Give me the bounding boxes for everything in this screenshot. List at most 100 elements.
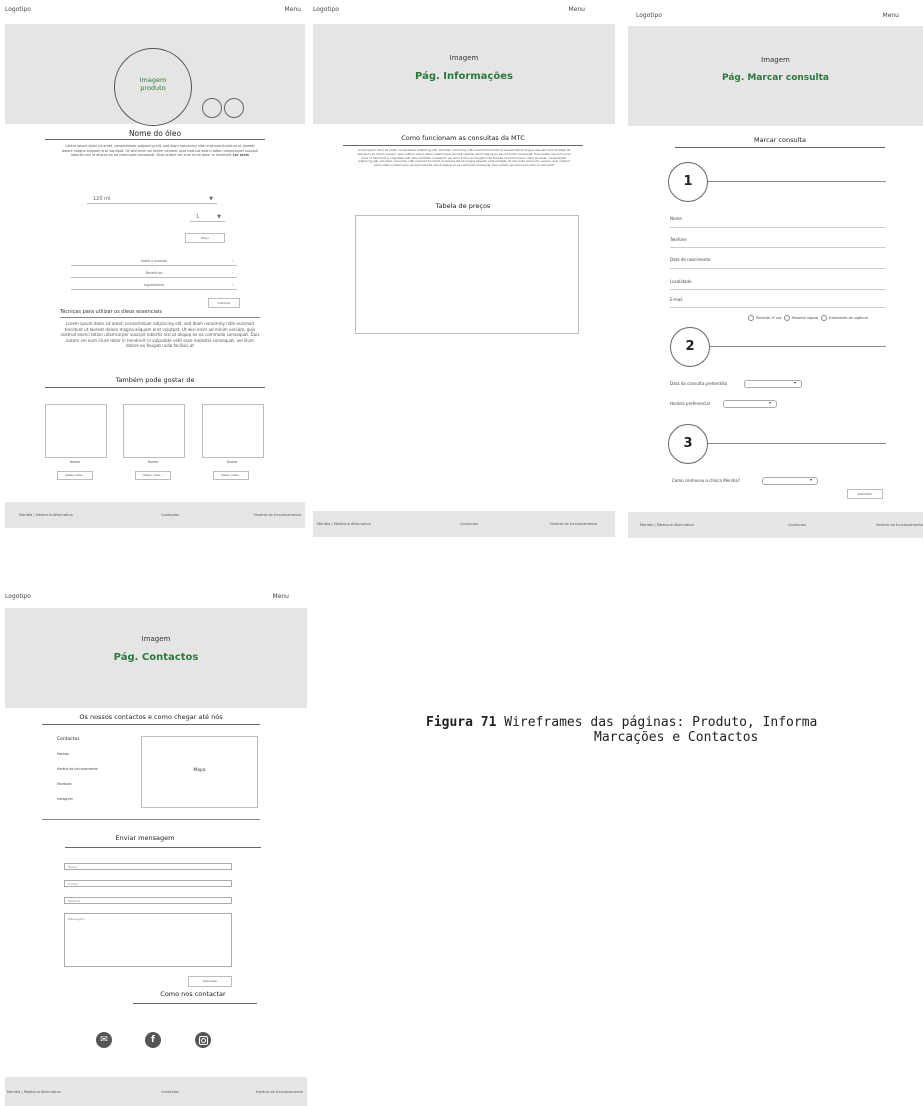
footer: Meridia | Medicina Alternativa Contactos… bbox=[313, 511, 615, 537]
divider bbox=[65, 847, 261, 848]
footer-hours[interactable]: Horário de funcionamento bbox=[550, 522, 597, 526]
accordion-about[interactable]: Sobre o produto › bbox=[71, 258, 237, 266]
chevron-down-icon: ▾ bbox=[768, 400, 771, 405]
read-more-link[interactable]: Ler mais bbox=[233, 153, 249, 157]
time-select[interactable]: ▾ bbox=[723, 400, 777, 408]
date-label: Data da consulta pretendida bbox=[670, 381, 728, 386]
how-label: Como conheceu a clínica Meridia? bbox=[672, 478, 741, 483]
date-select[interactable]: ▾ bbox=[744, 380, 802, 388]
phone-input[interactable]: Telefone bbox=[64, 897, 232, 904]
logo[interactable]: Logotipo bbox=[313, 6, 339, 13]
footer-hours[interactable]: Horário de funcionamento bbox=[254, 513, 301, 517]
instagram-item[interactable]: Instagram bbox=[57, 797, 73, 801]
hours-item: Horário de funcionamento bbox=[57, 767, 98, 771]
techniques-title: Técnicas para utilizar os óleos essencia… bbox=[60, 309, 162, 315]
price-field: Preço bbox=[185, 233, 225, 243]
hero-banner: Imagem Pág. Contactos bbox=[5, 608, 307, 708]
prices-table bbox=[355, 215, 579, 334]
email-icon[interactable]: ✉ bbox=[96, 1032, 112, 1048]
prices-title: Tabela de preços bbox=[435, 202, 491, 210]
step-1-circle: 1 bbox=[668, 162, 708, 202]
email-input[interactable]: E-mail bbox=[64, 880, 232, 887]
buy-button[interactable]: Comprar bbox=[208, 298, 240, 308]
read-more-button[interactable]: Saber mais... bbox=[213, 471, 249, 480]
product-card-image[interactable] bbox=[123, 404, 185, 458]
footer-brand[interactable]: Meridia | Medicina Alternativa bbox=[640, 523, 694, 527]
product-card-image[interactable] bbox=[45, 404, 107, 458]
radio-first-visit[interactable]: Paciente 1ª vez bbox=[748, 315, 782, 321]
radio-urgent[interactable]: Tratamento de urgência bbox=[820, 315, 868, 321]
phone-input[interactable] bbox=[670, 247, 886, 248]
divider bbox=[42, 724, 260, 725]
hero-banner: Imagem Pág. Marcar consulta bbox=[628, 26, 923, 126]
hero-banner: Imagem produto bbox=[5, 24, 305, 126]
contactos-wireframe: Logotipo Menu Imagem Pág. Contactos Os n… bbox=[5, 585, 307, 1106]
menu-link[interactable]: Menu bbox=[273, 593, 289, 600]
message-textarea[interactable]: Mensagem bbox=[64, 913, 232, 967]
footer-hours[interactable]: Horário de funcionamento bbox=[256, 1090, 303, 1094]
chevron-down-icon: ▼ bbox=[217, 214, 221, 220]
read-more-button[interactable]: Saber mais... bbox=[135, 471, 171, 480]
footer: Meridia | Medicina Alternativa Contactos… bbox=[5, 1077, 307, 1106]
message-title: Enviar mensagem bbox=[115, 834, 175, 842]
hero-title: Pág. Informações bbox=[415, 71, 513, 82]
footer-brand[interactable]: Meridia | Medicina Alternativa bbox=[7, 1090, 61, 1094]
logo[interactable]: Logotipo bbox=[636, 12, 662, 19]
submit-button[interactable]: Submeter bbox=[188, 976, 232, 987]
menu-link[interactable]: Menu bbox=[569, 6, 585, 13]
produto-wireframe: Logotipo Menu Imagem produto Nome do óle… bbox=[5, 0, 305, 535]
instagram-icon[interactable] bbox=[195, 1032, 211, 1048]
facebook-icon[interactable]: f bbox=[145, 1032, 161, 1048]
footer-contacts[interactable]: Contactos bbox=[788, 523, 806, 527]
divider bbox=[133, 1003, 257, 1004]
radio-regular[interactable]: Paciente regular bbox=[783, 315, 818, 321]
facebook-item[interactable]: Facebook bbox=[57, 782, 72, 786]
step-2-circle: 2 bbox=[670, 327, 710, 367]
thumbnail-dot-2[interactable] bbox=[224, 98, 244, 118]
divider bbox=[45, 139, 265, 140]
footer-contacts[interactable]: Contactos bbox=[460, 522, 478, 526]
thumbnail-dot-1[interactable] bbox=[202, 98, 222, 118]
menu-link[interactable]: Menu bbox=[285, 6, 301, 13]
informacoes-wireframe: Logotipo Menu Imagem Pág. Informações Co… bbox=[313, 0, 615, 545]
submit-button[interactable]: Submeter bbox=[847, 489, 883, 499]
accordion-ingredients[interactable]: Ingredientes › bbox=[71, 282, 237, 290]
map-box[interactable]: Mapa bbox=[141, 736, 258, 808]
chevron-down-icon: › bbox=[231, 259, 233, 263]
accordion-benefits[interactable]: Benefícios › bbox=[71, 270, 237, 278]
name-input[interactable]: Nome bbox=[64, 863, 232, 870]
how-select[interactable]: ▾ bbox=[762, 477, 818, 485]
chevron-down-icon: › bbox=[231, 283, 233, 287]
footer-hours[interactable]: Horário de funcionamento bbox=[876, 523, 923, 527]
size-select[interactable]: 120 ml ▼ bbox=[87, 195, 217, 204]
logo[interactable]: Logotipo bbox=[5, 593, 31, 600]
hero-title: Pág. Marcar consulta bbox=[721, 73, 830, 83]
read-more-button[interactable]: Saber mais... bbox=[57, 471, 93, 480]
footer-brand[interactable]: Meridia | Medicina Alternativa bbox=[317, 522, 371, 526]
footer-contacts[interactable]: Contactos bbox=[161, 1090, 179, 1094]
menu-link[interactable]: Menu bbox=[883, 12, 899, 19]
product-card-name: Nome bbox=[226, 460, 238, 464]
section-text: Lorem ipsum dolor sit amet, consectetuer… bbox=[357, 149, 571, 168]
email-input[interactable] bbox=[670, 307, 886, 308]
address-item: Morada bbox=[57, 752, 69, 756]
chevron-down-icon: › bbox=[231, 271, 233, 275]
step-line bbox=[708, 181, 886, 182]
navbar: Logotipo Menu bbox=[628, 0, 923, 22]
quantity-select[interactable]: 1 ▼ bbox=[190, 213, 225, 222]
product-card-image[interactable] bbox=[202, 404, 264, 458]
how-contact-title: Como nos contactar bbox=[160, 990, 226, 998]
contacts-heading: Contactos bbox=[57, 737, 80, 742]
logo[interactable]: Logotipo bbox=[5, 6, 31, 13]
footer: Meridia | Medicina Alternativa Contactos… bbox=[628, 512, 923, 538]
footer-contacts[interactable]: Contactos bbox=[161, 513, 179, 517]
product-card-name: Nome bbox=[69, 460, 81, 464]
birthdate-input[interactable] bbox=[670, 268, 886, 269]
section-title: Marcar consulta bbox=[754, 136, 806, 144]
city-input[interactable] bbox=[670, 289, 886, 290]
divider bbox=[45, 387, 265, 388]
chevron-down-icon: ▼ bbox=[209, 196, 213, 202]
footer-brand[interactable]: Meridia | Medicina Alternativa bbox=[19, 513, 73, 517]
chevron-down-icon: ▾ bbox=[793, 380, 796, 385]
name-input[interactable] bbox=[670, 227, 886, 228]
